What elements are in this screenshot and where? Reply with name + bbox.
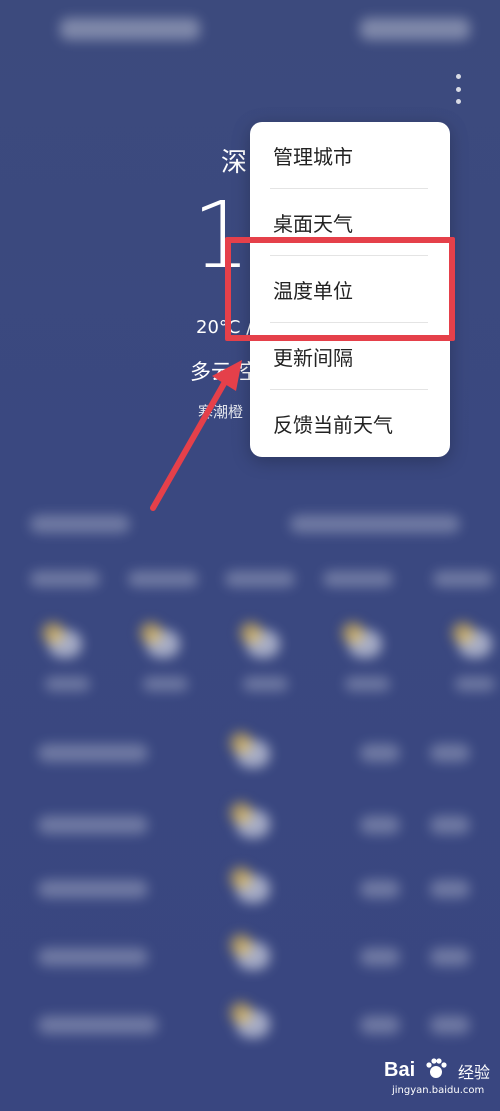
status-left — [60, 18, 200, 40]
watermark-brand-cn: 经验 — [458, 1063, 491, 1082]
partly-cloudy-icon — [42, 622, 82, 658]
weather-alert: 寒潮橙 — [198, 403, 244, 421]
forecast-header — [0, 510, 500, 540]
status-bar — [0, 0, 500, 60]
paw-icon — [426, 1058, 447, 1078]
menu-item-label: 更新间隔 — [273, 345, 353, 370]
menu-item-feedback[interactable]: 反馈当前天气 — [250, 390, 450, 456]
more-options-button[interactable] — [448, 74, 468, 104]
more-vertical-icon — [455, 74, 461, 79]
watermark-url: jingyan.baidu.com — [392, 1085, 485, 1096]
city-name: 深 — [221, 148, 248, 178]
highlight-box — [225, 237, 455, 341]
baidu-jingyan-watermark: Bai 经验 jingyan.baidu.com — [384, 1055, 494, 1105]
daily-forecast — [0, 730, 500, 1060]
watermark-brand: Bai — [384, 1059, 416, 1081]
hourly-forecast — [0, 565, 500, 705]
menu-item-label: 桌面天气 — [273, 211, 353, 236]
menu-item-label: 反馈当前天气 — [273, 412, 393, 437]
menu-item-label: 管理城市 — [273, 144, 353, 169]
status-right — [360, 18, 470, 40]
menu-item-manage-cities[interactable]: 管理城市 — [250, 122, 450, 188]
